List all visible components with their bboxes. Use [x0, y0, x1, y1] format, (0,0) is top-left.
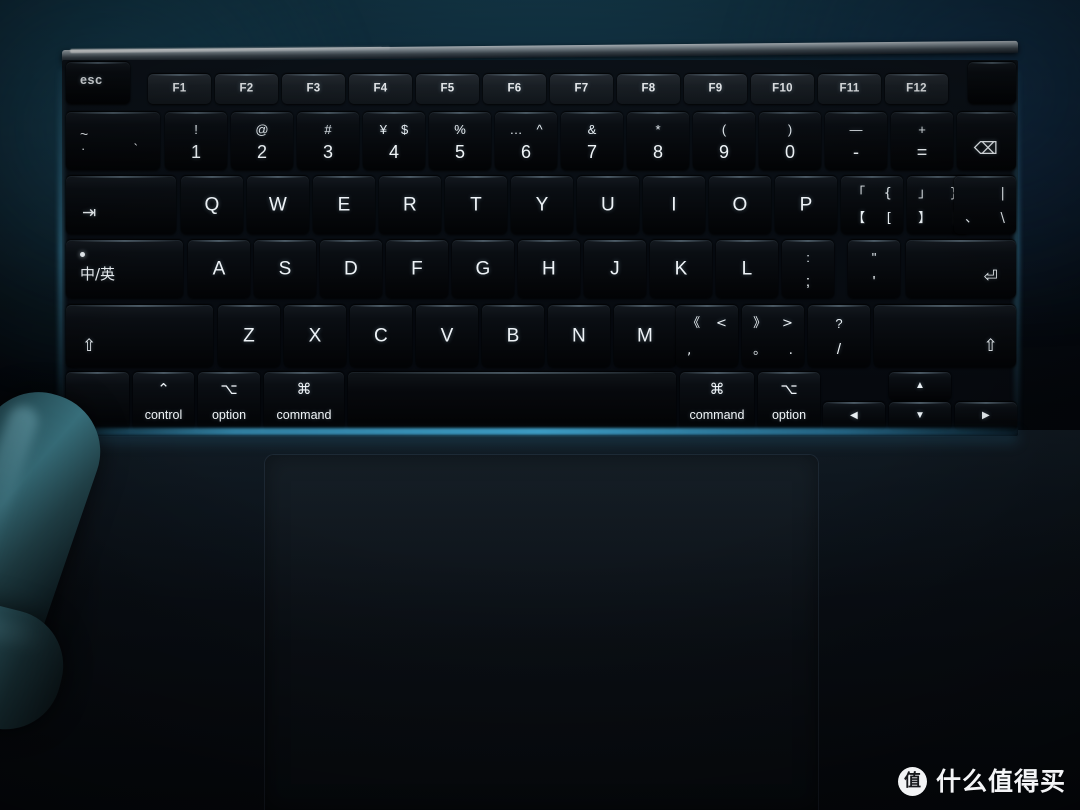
watermark-text: 什么值得买 — [935, 767, 1066, 796]
vignette — [0, 0, 1080, 810]
watermark: 值 什么值得买 — [897, 767, 1066, 796]
watermark-logo-icon: 值 — [897, 767, 927, 796]
screenshot-root: escF1F2F3F4F5F6F7F8F9F10F11F12~·`!1@2#3¥… — [0, 0, 1080, 810]
